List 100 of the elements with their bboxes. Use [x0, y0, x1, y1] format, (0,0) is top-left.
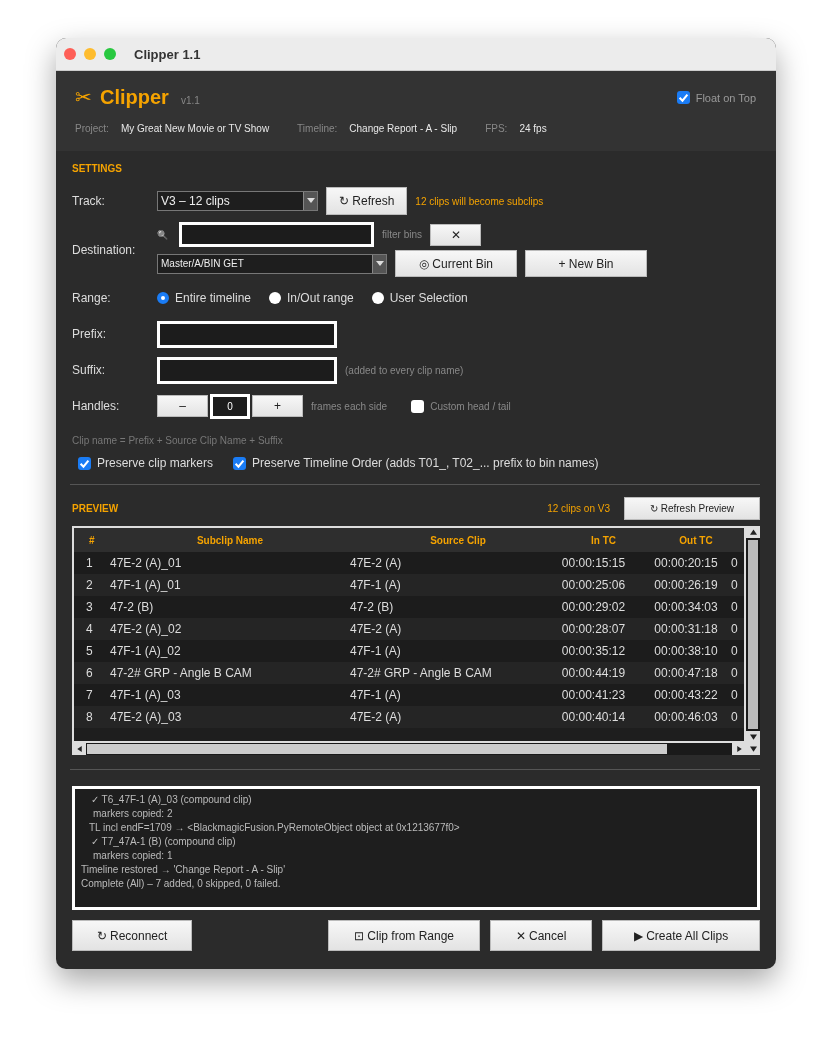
scroll-right-button[interactable] — [732, 743, 746, 755]
info-value: Change Report - A - Slip — [349, 123, 458, 134]
suffix-field[interactable] — [157, 356, 337, 384]
scroll-left-button[interactable] — [72, 743, 86, 755]
log-line: ✓ T7_47A-1 (B) (compound clip) — [90, 835, 237, 849]
table-cell-text: 00:00:15:15 — [560, 556, 627, 570]
bin-dropdown[interactable]: Master/A/BIN GET — [157, 253, 387, 274]
current-bin-button[interactable]: ◎ Current Bin — [395, 250, 517, 277]
table-cell-text: 47-2 (B) — [350, 600, 395, 614]
table-cell-text: 00:00:38:10 — [653, 644, 719, 658]
table-cell-text: 00:00:34:03 — [653, 600, 719, 614]
table-cell-text: 1 — [85, 556, 94, 570]
table-cell-text: 0 — [731, 688, 739, 702]
suffix-hint: (added to every clip name) — [345, 364, 464, 376]
table-cell-text: 00:00:43:22 — [653, 688, 719, 702]
field-label: Prefix: — [72, 327, 107, 341]
table-cell-text: 0 — [731, 600, 739, 614]
table-cell-text: 00:00:46:03 — [653, 710, 719, 724]
table-cell-text: 47F-1 (A) — [350, 644, 402, 658]
up-arrow-icon — [749, 529, 757, 535]
close-icon[interactable] — [64, 48, 76, 60]
info-label: Timeline: — [297, 123, 338, 134]
log-line: Timeline restored → 'Change Report - A - Slip' — [81, 863, 287, 877]
table-cell-text: 0 — [731, 710, 739, 724]
table-cell-text: 00:00:41:23 — [560, 688, 627, 702]
increment-button[interactable]: + — [252, 395, 303, 417]
radio-button[interactable] — [371, 292, 384, 304]
table-cell-text: 00:00:44:19 — [560, 666, 627, 680]
column-header: In TC — [590, 534, 617, 546]
refresh-button[interactable]: ↻ Refresh — [326, 187, 408, 215]
table-cell-text: 00:00:25:06 — [560, 578, 627, 592]
scroll-up-button[interactable] — [746, 526, 760, 538]
table-cell-text: 47E-2 (A) — [350, 622, 403, 636]
field-label: Track: — [72, 194, 106, 208]
right-arrow-icon — [735, 746, 743, 752]
table-cell-text: 47E-2 (A) — [350, 710, 403, 724]
info-label: Project: — [75, 123, 109, 134]
checkbox-label: Float on Top — [695, 91, 756, 104]
scroll-down-button[interactable] — [746, 743, 760, 755]
field-label: Suffix: — [72, 363, 107, 377]
checkbox[interactable] — [411, 399, 425, 413]
table-cell-text: 00:00:35:12 — [560, 644, 627, 658]
table-cell-text: 47-2 (B) — [110, 600, 155, 614]
table-cell-text: 00:00:47:18 — [653, 666, 719, 680]
track-dropdown[interactable]: V3 – 12 clips — [157, 191, 318, 211]
table-cell-text: 00:00:31:18 — [653, 622, 719, 636]
cancel-button[interactable]: ✕ Cancel — [490, 920, 592, 951]
log-line: markers copied: 2 — [92, 807, 174, 821]
table-cell-text: 47-2# GRP - Angle B CAM — [110, 666, 253, 680]
table-cell-text: 0 — [731, 622, 739, 636]
checkbox-label: Preserve Timeline Order (adds T01_, T02_... prefix to bin names) — [252, 456, 599, 470]
checkbox[interactable] — [676, 91, 690, 104]
clear-button[interactable]: ✕ — [430, 223, 481, 246]
column-header: Subclip Name — [195, 534, 265, 546]
new-bin-button[interactable]: + New Bin — [525, 250, 647, 277]
table-cell-text: 3 — [85, 600, 94, 614]
radio-label: User Selection — [389, 291, 468, 305]
table-cell-text: 47E-2 (A) — [350, 556, 403, 570]
radio-button[interactable] — [269, 292, 282, 304]
horizontal-scrollbar[interactable] — [72, 743, 760, 755]
clip-from-range-button[interactable]: ⊡ Clip from Range — [328, 920, 480, 951]
info-value: 24 fps — [519, 123, 547, 134]
table-cell-text: 00:00:26:19 — [653, 578, 719, 592]
info-value: My Great New Movie or TV Show — [120, 123, 270, 134]
decrement-button[interactable]: – — [157, 395, 208, 417]
scissors-icon: ✂ — [75, 85, 92, 109]
scroll-down-button[interactable] — [746, 731, 760, 743]
radio-label: Entire timeline — [175, 291, 252, 305]
table-cell-text: 7 — [85, 688, 94, 702]
section-heading: SETTINGS — [72, 163, 123, 174]
column-header: # — [88, 534, 96, 546]
table-cell-text: 2 — [85, 578, 94, 592]
checkbox-label: Custom head / tail — [430, 400, 511, 412]
clip-count: 12 clips on V3 — [547, 503, 610, 514]
prefix-field[interactable] — [157, 320, 337, 348]
table-cell-text: 47E-2 (A)_03 — [110, 710, 183, 724]
table-cell-text: 47F-1 (A) — [350, 688, 402, 702]
handles-hint: frames each side — [311, 400, 388, 412]
filter-field[interactable] — [179, 222, 374, 247]
field-label: Range: — [72, 291, 112, 305]
reconnect-button[interactable]: ↻ Reconnect — [72, 920, 192, 951]
radio-label: In/Out range — [287, 291, 354, 305]
table-cell-text: 00:00:20:15 — [653, 556, 719, 570]
table-cell-text: 4 — [85, 622, 94, 636]
field-label: Handles: — [72, 399, 121, 413]
table-cell-text: 47F-1 (A)_03 — [110, 688, 182, 702]
table-cell-text: 47-2# GRP - Angle B CAM — [350, 666, 493, 680]
table-cell-text: 6 — [85, 666, 94, 680]
refresh-preview-button[interactable]: ↻ Refresh Preview — [624, 497, 760, 520]
handles-field[interactable]: 0 — [210, 393, 250, 419]
table-cell-text: 47F-1 (A)_02 — [110, 644, 182, 658]
radio-button[interactable] — [157, 292, 169, 304]
vertical-scrollbar[interactable] — [746, 526, 760, 743]
checkbox[interactable] — [233, 456, 247, 470]
window-title: Clipper 1.1 — [134, 46, 201, 62]
field-label: Destination: — [72, 242, 137, 257]
section-heading: PREVIEW — [72, 503, 119, 514]
status-note: 12 clips will become subclips — [415, 195, 544, 207]
checkbox[interactable] — [78, 456, 91, 470]
create-all-clips-button[interactable]: ▶ Create All Clips — [602, 920, 760, 951]
